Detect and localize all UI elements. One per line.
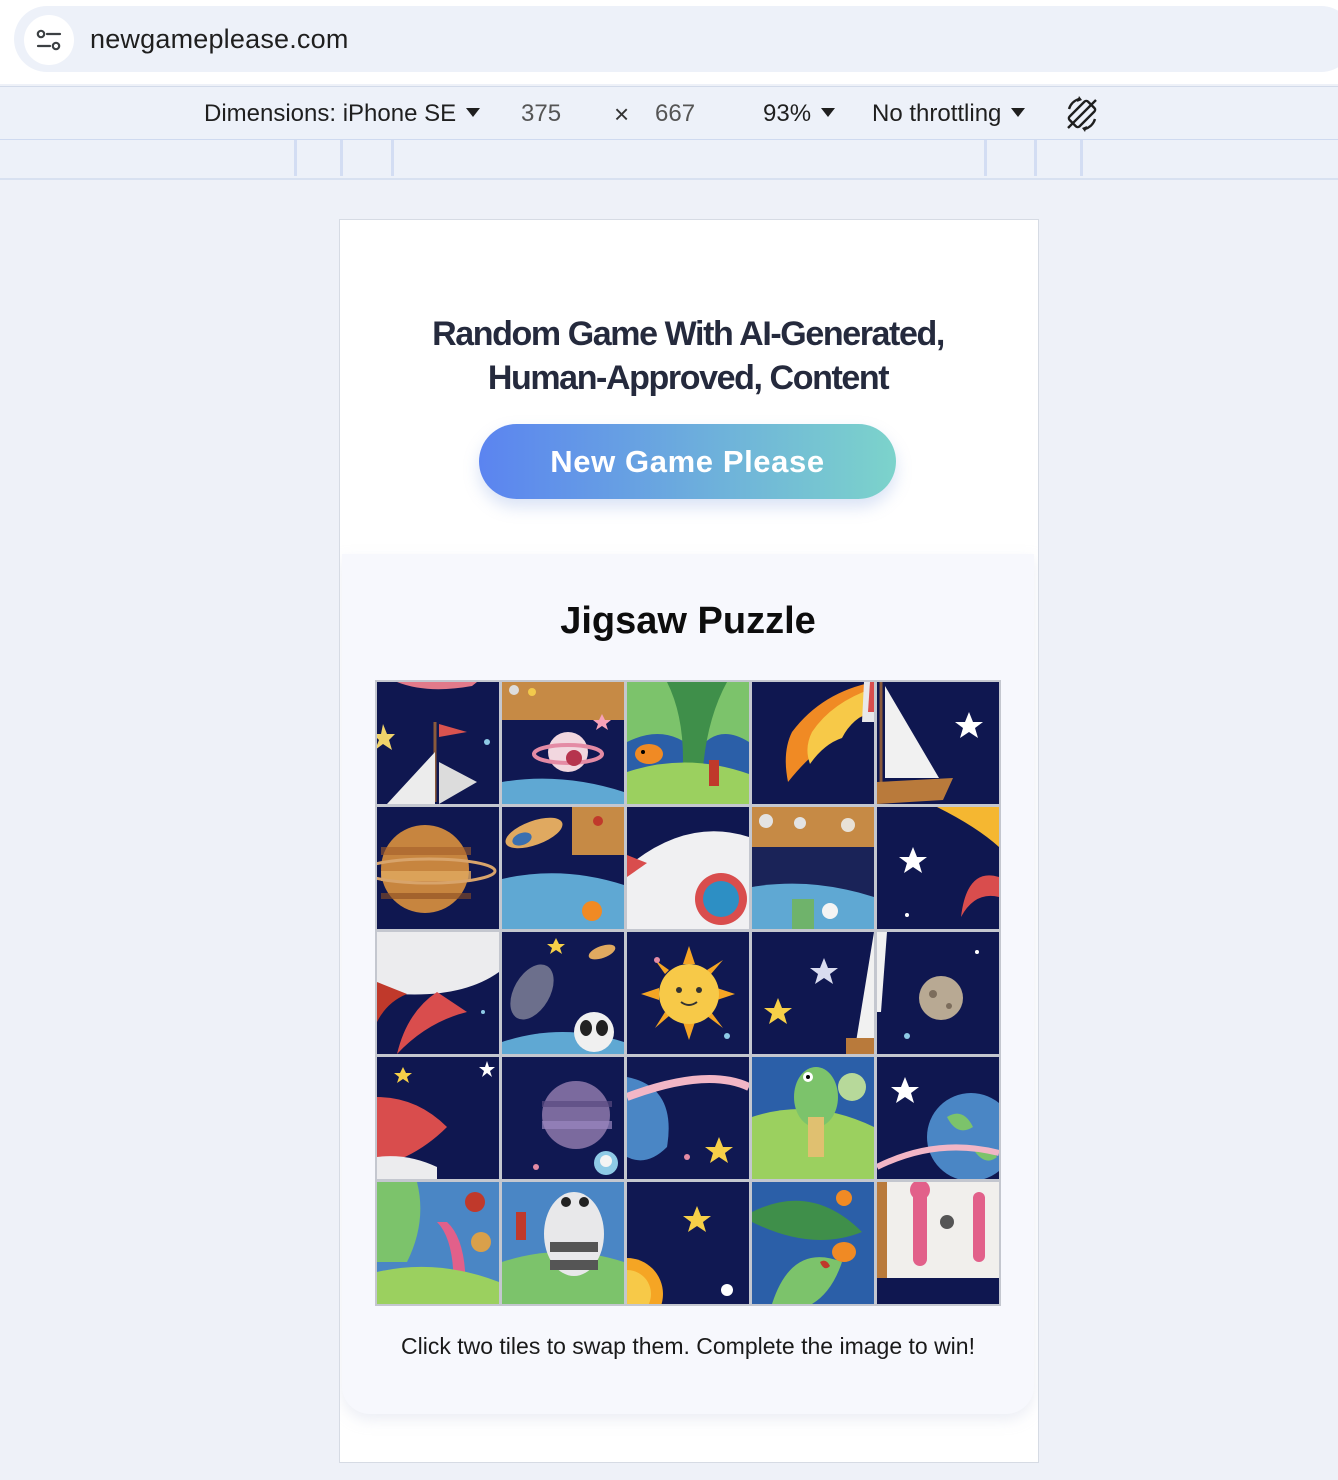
puzzle-tile-saturn-cupboard[interactable] xyxy=(502,682,624,804)
page-headline: Random Game With AI-Generated, Human-App… xyxy=(342,312,1034,400)
ruler-marker[interactable] xyxy=(391,140,394,176)
tune-icon xyxy=(36,29,62,51)
puzzle-tile-rocket-body-red-fin[interactable] xyxy=(377,932,499,1054)
puzzle-tile-white-sail-star[interactable] xyxy=(877,682,999,804)
headline-line-2: Human-Approved, Content xyxy=(487,359,890,397)
throttling-label: No throttling xyxy=(872,100,1002,127)
puzzle-tile-rocket-porthole[interactable] xyxy=(627,807,749,929)
rotate-device-icon[interactable] xyxy=(1063,95,1101,133)
site-info-button[interactable] xyxy=(24,15,74,65)
puzzle-tile-cratered-moon[interactable] xyxy=(877,932,999,1054)
zoom-label: 93% xyxy=(763,100,812,127)
puzzle-tile-green-coral-fish[interactable] xyxy=(627,682,749,804)
zoom-dropdown[interactable]: 93% xyxy=(763,99,836,129)
throttling-dropdown[interactable]: No throttling xyxy=(872,99,1026,129)
height-input[interactable]: 667 xyxy=(655,99,695,129)
media-query-ruler xyxy=(0,140,1338,180)
new-game-button[interactable]: New Game Please xyxy=(479,424,896,499)
ruler-marker[interactable] xyxy=(1080,140,1083,176)
device-viewport: Random Game With AI-Generated, Human-App… xyxy=(339,219,1039,1463)
puzzle-tile-sun-corner[interactable] xyxy=(627,1182,749,1304)
puzzle-tile-panda-astronaut-legs[interactable] xyxy=(502,1182,624,1304)
puzzle-tile-astronaut-panda-arm[interactable] xyxy=(502,932,624,1054)
headline-line-1: Random Game With AI-Generated, xyxy=(432,315,945,353)
game-section: Jigsaw Puzzle Click two tiles to swap th… xyxy=(342,554,1034,1414)
puzzle-tile-fire-comet[interactable] xyxy=(752,682,874,804)
puzzle-tile-striped-planet[interactable] xyxy=(377,807,499,929)
puzzle-tile-ringed-planet[interactable] xyxy=(627,1057,749,1179)
puzzle-tile-red-rocket-nose[interactable] xyxy=(377,1057,499,1179)
width-input[interactable]: 375 xyxy=(521,99,561,129)
dimensions-dropdown[interactable]: Dimensions: iPhone SE xyxy=(204,99,481,129)
puzzle-tile-space-sailboat-top[interactable] xyxy=(377,682,499,804)
ruler-marker[interactable] xyxy=(340,140,343,176)
ruler-marker[interactable] xyxy=(984,140,987,176)
puzzle-tile-shelf-critter[interactable] xyxy=(752,807,874,929)
page-card: Random Game With AI-Generated, Human-App… xyxy=(342,220,1034,1460)
url-text[interactable]: newgameplease.com xyxy=(90,22,349,56)
puzzle-tile-sun-rays-moon[interactable] xyxy=(877,807,999,929)
game-title: Jigsaw Puzzle xyxy=(560,600,816,642)
browser-address-bar: newgameplease.com xyxy=(0,0,1338,84)
puzzle-tile-purple-planet-astronaut[interactable] xyxy=(502,1057,624,1179)
ruler-marker[interactable] xyxy=(294,140,297,176)
chevron-down-icon xyxy=(466,108,481,118)
ruler-marker[interactable] xyxy=(1034,140,1037,176)
puzzle-tile-leaf-fox[interactable] xyxy=(752,1182,874,1304)
chevron-down-icon xyxy=(1011,108,1026,118)
puzzle-tile-rocket-cupboard[interactable] xyxy=(502,807,624,929)
puzzle-instructions: Click two tiles to swap them. Complete t… xyxy=(401,1333,975,1359)
puzzle-board xyxy=(375,680,1001,1306)
dimensions-label: Dimensions: iPhone SE xyxy=(204,100,457,127)
devtools-device-toolbar: Dimensions: iPhone SE 375 × 667 93% No t… xyxy=(0,86,1338,141)
times-symbol: × xyxy=(614,99,630,129)
puzzle-tile-smiling-sun[interactable] xyxy=(627,932,749,1054)
puzzle-tile-coral-reef-creature[interactable] xyxy=(377,1182,499,1304)
puzzle-tile-green-alien-hill[interactable] xyxy=(752,1057,874,1179)
puzzle-tile-star-mast[interactable] xyxy=(752,932,874,1054)
chevron-down-icon xyxy=(821,108,836,118)
puzzle-tile-earth-planet[interactable] xyxy=(877,1057,999,1179)
puzzle-tile-pink-character-window[interactable] xyxy=(877,1182,999,1304)
